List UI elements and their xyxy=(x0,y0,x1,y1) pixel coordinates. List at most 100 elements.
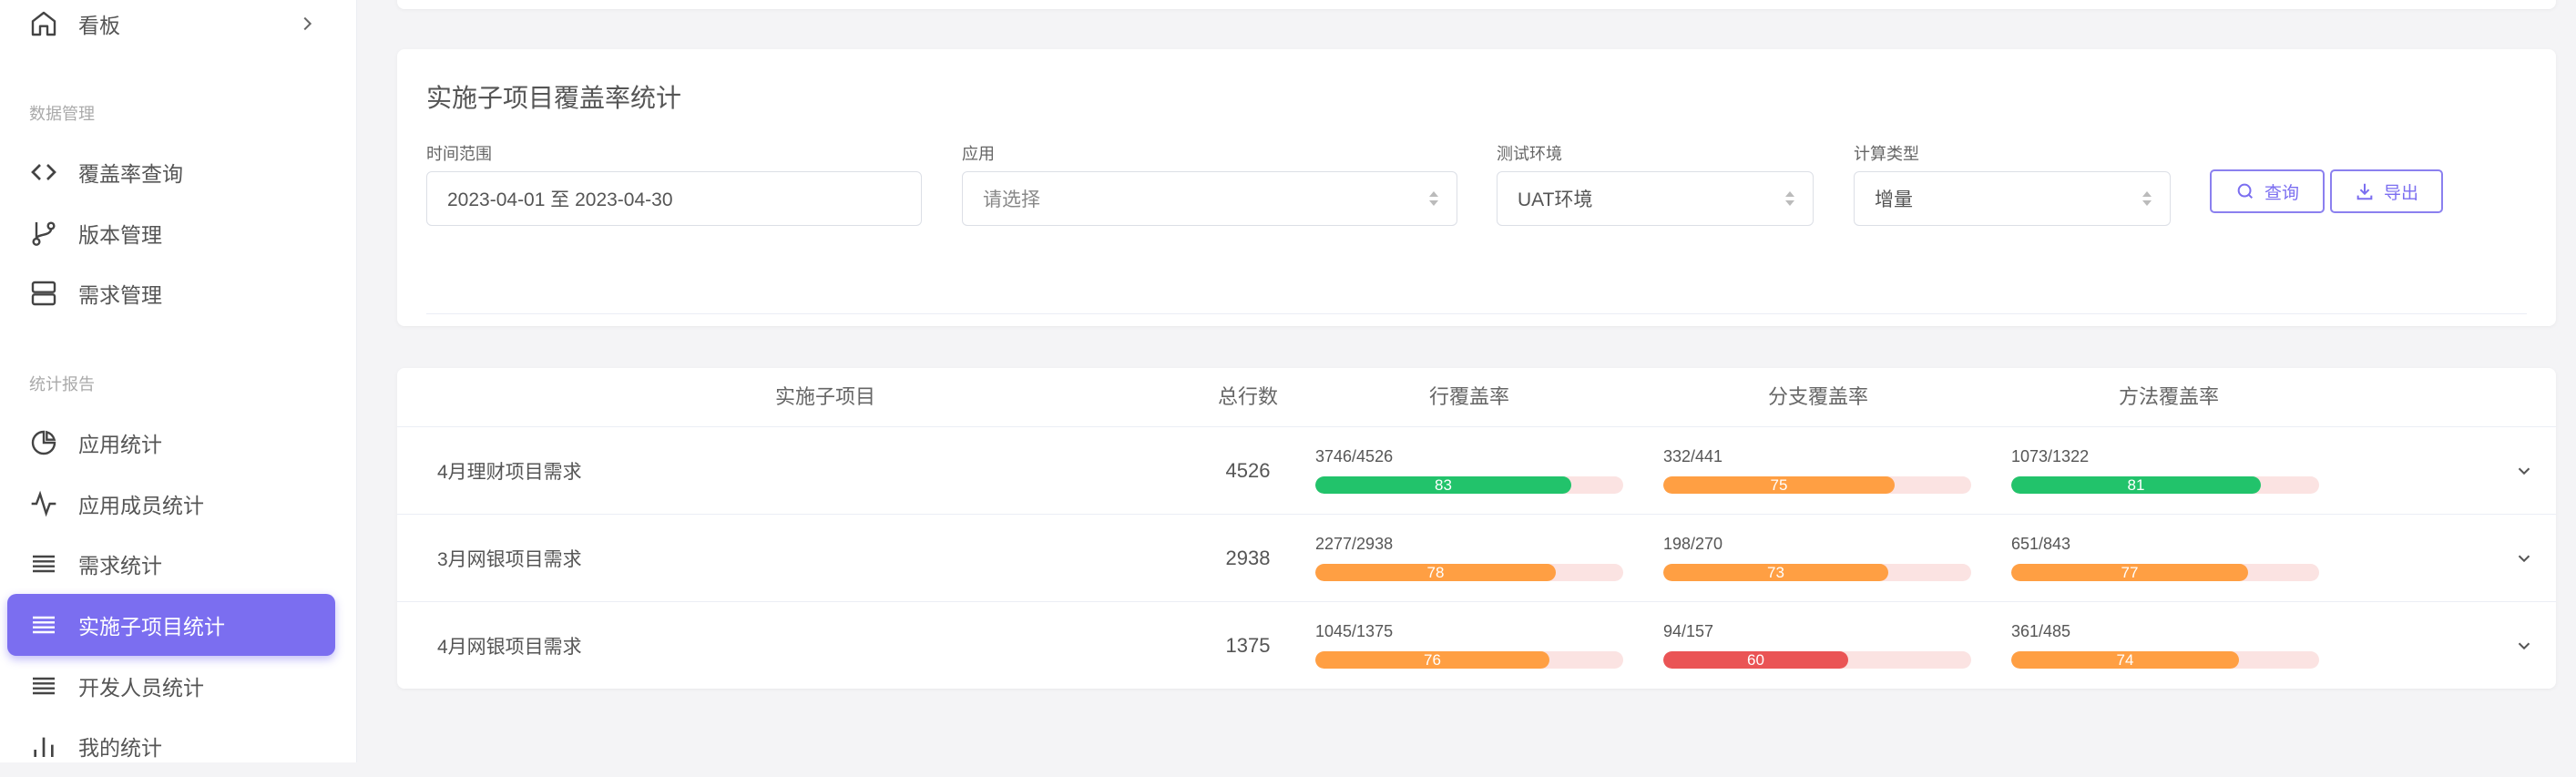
branch-coverage: 332/441 75 xyxy=(1663,447,1973,494)
method-progress-percent: 77 xyxy=(2121,564,2139,581)
sidebar-item-label: 应用统计 xyxy=(78,433,162,456)
list-icon xyxy=(27,547,60,580)
branch-coverage: 198/270 73 xyxy=(1663,535,1973,581)
export-button-label: 导出 xyxy=(2383,183,2418,203)
method-coverage: 651/843 77 xyxy=(2011,535,2321,581)
sidebar-item-label: 覆盖率查询 xyxy=(78,162,183,186)
method-progress-bar: 81 xyxy=(2011,476,2319,494)
app-label: 应用 xyxy=(962,145,995,163)
sidebar-item-developer-stats[interactable]: 开发人员统计 xyxy=(7,655,335,717)
branch-progress-bar: 60 xyxy=(1663,651,1971,669)
main-content: 实施子项目覆盖率统计 时间范围 2023-04-01 至 2023-04-30 … xyxy=(357,0,2576,762)
sidebar-item-my-stats[interactable]: 我的统计 xyxy=(7,715,335,777)
line-coverage-ratio: 2277/2938 xyxy=(1315,535,1394,553)
header-line: 行覆盖率 xyxy=(1428,385,1509,408)
line-coverage-ratio: 3746/4526 xyxy=(1315,447,1394,465)
method-coverage-ratio: 1073/1322 xyxy=(2011,447,2090,465)
line-progress-bar: 76 xyxy=(1315,651,1623,669)
sidebar: 看板 数据管理 覆盖率查询 版本管理 需求管理 统计报告 应用统计 应用成员统计 xyxy=(0,0,357,762)
sidebar-item-label: 实施子项目统计 xyxy=(78,615,225,639)
sidebar-item-label: 版本管理 xyxy=(78,223,162,247)
branch-coverage: 94/157 60 xyxy=(1663,622,1973,669)
line-coverage: 2277/2938 78 xyxy=(1315,535,1625,581)
branch-progress-bar: 75 xyxy=(1663,476,1971,494)
sidebar-item-label: 开发人员统计 xyxy=(78,676,204,700)
time-range-picker[interactable]: 2023-04-01 至 2023-04-30 xyxy=(426,171,922,226)
project-name: 4月理财项目需求 xyxy=(437,461,582,483)
query-button[interactable]: 查询 xyxy=(2210,169,2325,213)
branch-progress-percent: 75 xyxy=(1770,476,1788,494)
env-label: 测试环境 xyxy=(1497,145,1562,163)
env-value: UAT环境 xyxy=(1518,189,1593,210)
sidebar-item-coverage-query[interactable]: 覆盖率查询 xyxy=(7,141,335,203)
method-progress-bar: 74 xyxy=(2011,651,2319,669)
sidebar-item-subproject-stats[interactable]: 实施子项目统计 xyxy=(7,594,335,656)
branch-progress-percent: 60 xyxy=(1747,651,1764,669)
table-row[interactable]: 3月网银项目需求 2938 2277/2938 78 198/270 73 651/843 7… xyxy=(397,514,2556,601)
branch-icon xyxy=(27,217,60,250)
env-select[interactable]: UAT环境 xyxy=(1497,171,1814,226)
total-lines: 1375 xyxy=(1225,633,1271,657)
sidebar-item-requirement[interactable]: 需求管理 xyxy=(7,262,335,324)
project-name: 4月网银项目需求 xyxy=(437,636,582,658)
method-coverage: 361/485 74 xyxy=(2011,622,2321,669)
line-coverage: 1045/1375 76 xyxy=(1315,622,1625,669)
list-icon xyxy=(27,670,60,702)
branch-coverage-ratio: 94/157 xyxy=(1663,622,1714,640)
sidebar-item-app-member-stats[interactable]: 应用成员统计 xyxy=(7,473,335,535)
branch-progress-bar: 73 xyxy=(1663,564,1971,581)
divider xyxy=(426,313,2527,314)
pie-chart-icon xyxy=(27,426,60,459)
filter-panel: 实施子项目覆盖率统计 时间范围 2023-04-01 至 2023-04-30 … xyxy=(397,49,2556,326)
line-progress-bar: 83 xyxy=(1315,476,1623,494)
sidebar-item-label: 看板 xyxy=(78,14,120,37)
home-icon xyxy=(27,7,60,40)
top-card xyxy=(397,0,2556,9)
sidebar-item-label: 应用成员统计 xyxy=(78,494,204,517)
server-icon xyxy=(27,277,60,310)
page-title: 实施子项目覆盖率统计 xyxy=(426,84,682,112)
line-coverage: 3746/4526 83 xyxy=(1315,447,1625,494)
select-arrow-icon xyxy=(1785,191,1794,206)
sidebar-item-label: 我的统计 xyxy=(78,736,162,760)
chevron-right-icon xyxy=(303,16,312,31)
line-progress-percent: 83 xyxy=(1435,476,1452,494)
header-branch: 分支覆盖率 xyxy=(1767,385,1868,408)
method-coverage-ratio: 361/485 xyxy=(2011,622,2071,640)
project-name: 3月网银项目需求 xyxy=(437,548,582,570)
header-method: 方法覆盖率 xyxy=(2118,385,2219,408)
expand-chevron-icon[interactable] xyxy=(2514,548,2534,568)
method-coverage: 1073/1322 81 xyxy=(2011,447,2321,494)
header-project: 实施子项目 xyxy=(774,385,875,408)
line-progress-percent: 78 xyxy=(1426,564,1445,581)
branch-coverage-ratio: 332/441 xyxy=(1663,447,1723,465)
line-progress-bar: 78 xyxy=(1315,564,1623,581)
method-coverage-ratio: 651/843 xyxy=(2011,535,2071,553)
total-lines: 2938 xyxy=(1225,546,1271,569)
app-select[interactable]: 请选择 xyxy=(962,171,1457,226)
method-progress-percent: 81 xyxy=(2127,476,2145,494)
download-icon xyxy=(2356,183,2373,200)
table-row[interactable]: 4月理财项目需求 4526 3746/4526 83 332/441 75 1073/132… xyxy=(397,426,2556,514)
branch-progress-percent: 73 xyxy=(1767,564,1784,581)
calc-select[interactable]: 增量 xyxy=(1854,171,2171,226)
sidebar-item-app-stats[interactable]: 应用统计 xyxy=(7,412,335,474)
table-row[interactable]: 4月网银项目需求 1375 1045/1375 76 94/157 60 361/485 74 xyxy=(397,601,2556,689)
expand-chevron-icon[interactable] xyxy=(2514,461,2534,481)
line-progress-percent: 76 xyxy=(1424,651,1441,669)
search-icon xyxy=(2237,183,2254,199)
export-button[interactable]: 导出 xyxy=(2330,169,2443,213)
expand-chevron-icon[interactable] xyxy=(2514,636,2534,656)
select-arrow-icon xyxy=(1429,191,1438,206)
sidebar-item-requirement-stats[interactable]: 需求统计 xyxy=(7,533,335,595)
sidebar-item-dashboard[interactable]: 看板 xyxy=(7,0,335,55)
calc-value: 增量 xyxy=(1875,189,1913,210)
group-title-report: 统计报告 xyxy=(29,375,95,394)
method-progress-percent: 74 xyxy=(2116,651,2134,669)
time-range-label: 时间范围 xyxy=(426,145,492,163)
sidebar-item-version[interactable]: 版本管理 xyxy=(7,202,335,264)
sidebar-item-label: 需求管理 xyxy=(78,283,162,307)
sidebar-item-label: 需求统计 xyxy=(78,554,162,578)
app-placeholder: 请选择 xyxy=(983,189,1040,210)
code-icon xyxy=(27,156,60,189)
